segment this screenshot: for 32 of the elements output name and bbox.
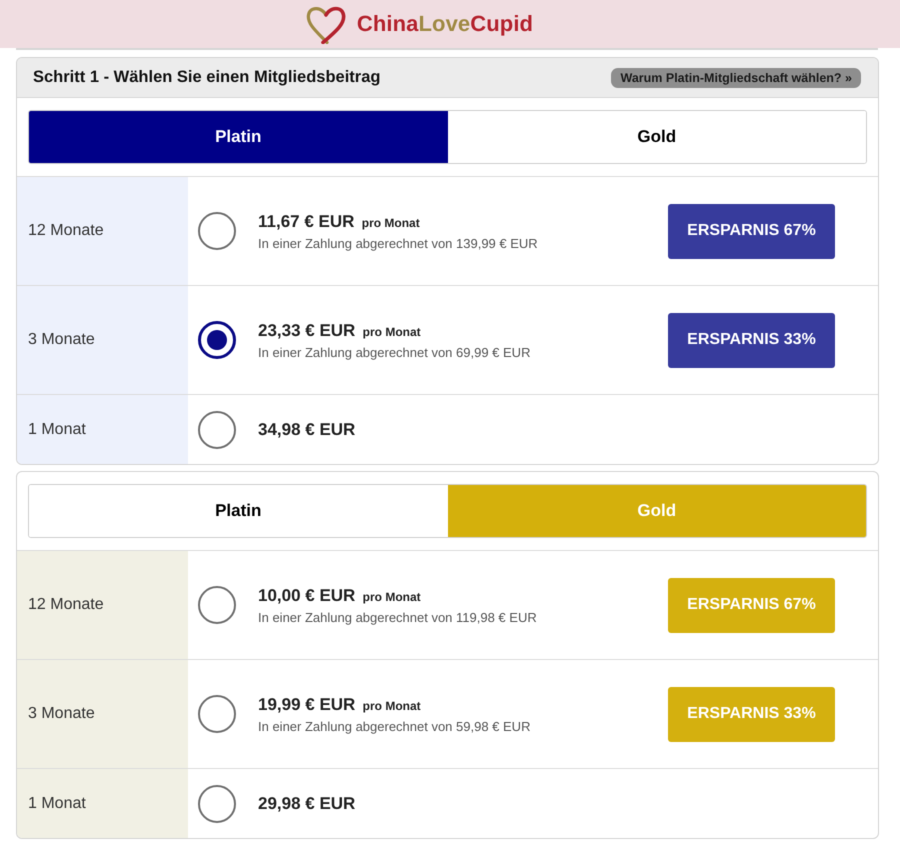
term-label: 12 Monate: [28, 596, 104, 614]
plan-tab[interactable]: Gold: [448, 111, 866, 163]
term-label: 12 Monate: [28, 222, 104, 240]
billing-note: In einer Zahlung abgerechnet von 139,99 € EUR: [258, 236, 538, 250]
billing-note: In einer Zahlung abgerechnet von 119,98 € EUR: [258, 610, 537, 624]
radio-button[interactable]: [198, 695, 236, 733]
radio-button[interactable]: [198, 321, 236, 359]
heart-icon: [304, 4, 347, 44]
price-text: 23,33 € EUR pro Monat: [258, 320, 422, 340]
term-label: 1 Monat: [28, 420, 86, 438]
savings-badge: ERSPARNIS 33%: [668, 686, 835, 742]
savings-badge: ERSPARNIS 67%: [668, 204, 835, 258]
term-label: 3 Monate: [28, 331, 95, 349]
radio-button[interactable]: [198, 784, 236, 822]
term-label: 3 Monate: [28, 705, 95, 723]
billing-note: In einer Zahlung abgerechnet von 69,99 € EUR: [258, 344, 530, 360]
term-label: 1 Monat: [28, 794, 86, 812]
billing-note: In einer Zahlung abgerechnet von 59,98 € EUR: [258, 718, 530, 734]
radio-button[interactable]: [198, 586, 236, 624]
price-text: 34,98 € EUR: [258, 420, 356, 440]
price-text: 29,98 € EUR: [258, 794, 356, 814]
savings-badge: ERSPARNIS 33%: [668, 312, 835, 368]
logo-text: ChinaLoveCupid: [356, 11, 534, 37]
price-text: 10,00 € EUR pro Monat: [258, 586, 422, 606]
plan-tab[interactable]: Platin: [29, 111, 448, 163]
price-text: 11,67 € EUR pro Monat: [258, 212, 421, 232]
radio-button[interactable]: [198, 410, 236, 448]
info-link-button[interactable]: Warum Platin-Mitgliedschaft wählen? »: [611, 68, 861, 88]
radio-button[interactable]: [198, 212, 236, 250]
savings-badge: ERSPARNIS 67%: [668, 578, 835, 632]
price-text: 19,99 € EUR pro Monat: [258, 694, 422, 714]
step-title: Schritt 1 - Wählen Sie einen Mitgliedsbeitrag: [33, 68, 380, 87]
